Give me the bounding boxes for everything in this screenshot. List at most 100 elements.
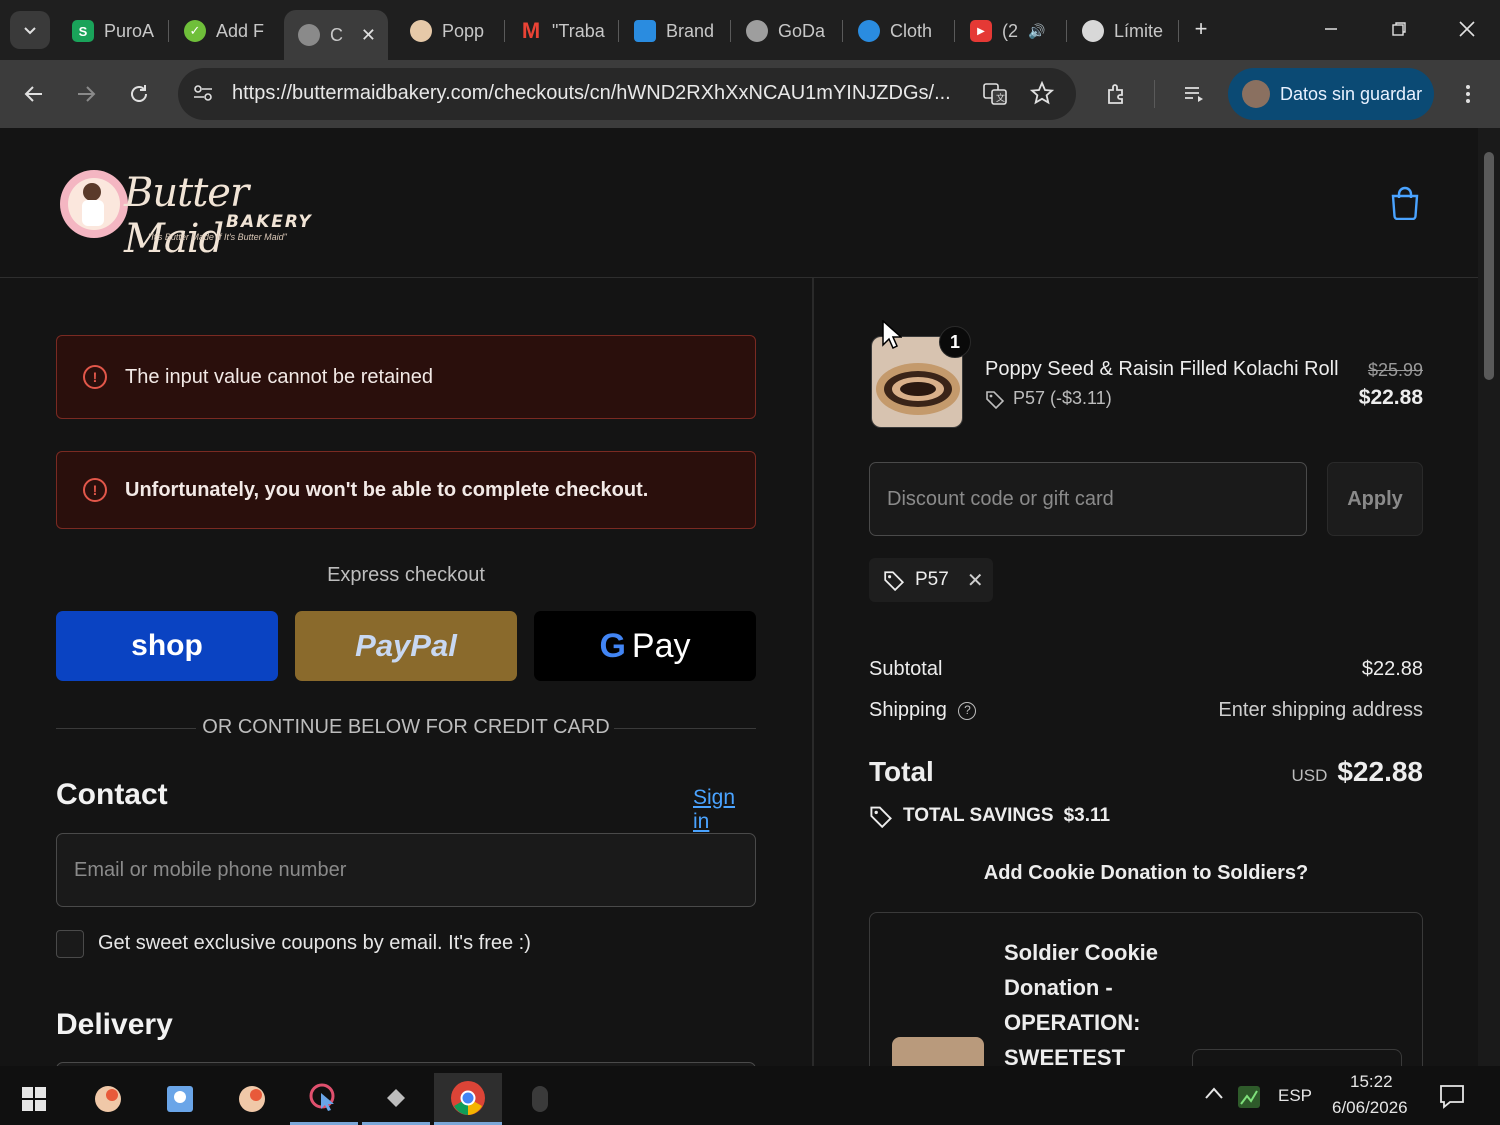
savings-label: TOTAL SAVINGS: [903, 805, 1054, 826]
clock-time[interactable]: 15:22: [1350, 1072, 1393, 1092]
logo-tagline: "It's Butter Made If It's Butter Maid": [148, 232, 287, 242]
applied-code-chip: P57 ✕: [869, 558, 993, 602]
baker-logo-icon: [60, 170, 128, 238]
close-window-icon[interactable]: [1452, 14, 1482, 44]
email-placeholder: Email or mobile phone number: [74, 858, 347, 881]
back-arrow-icon[interactable]: [16, 76, 52, 112]
tab-goda[interactable]: GoDa: [732, 10, 840, 52]
product-discount: P57 (-$3.11): [985, 388, 1112, 409]
page-scrollbar[interactable]: [1478, 128, 1500, 1066]
tab-separator: [954, 20, 955, 42]
app-icon[interactable]: [506, 1073, 574, 1125]
or-text: OR CONTINUE BELOW FOR CREDIT CARD: [202, 716, 610, 738]
tab-separator: [504, 20, 505, 42]
tab-puroa[interactable]: S PuroA: [58, 10, 166, 52]
error-message: The input value cannot be retained: [125, 365, 433, 388]
tab-brand[interactable]: Brand: [620, 10, 728, 52]
app-icon[interactable]: [362, 1073, 430, 1125]
language-indicator[interactable]: ESP: [1278, 1086, 1312, 1106]
remove-code-close-icon[interactable]: ✕: [967, 568, 984, 593]
app-icon[interactable]: [146, 1073, 214, 1125]
site-header: Butter Maid BAKERY "It's Butter Made If …: [0, 128, 1478, 278]
shopping-bag-icon[interactable]: [1390, 186, 1420, 225]
tab-limite[interactable]: Límite: [1068, 10, 1176, 52]
network-app-icon[interactable]: [1236, 1084, 1262, 1115]
chrome-icon[interactable]: [434, 1073, 502, 1125]
brand-logo[interactable]: Butter Maid BAKERY "It's Butter Made If …: [58, 162, 320, 262]
bookmark-star-icon[interactable]: [1029, 80, 1055, 110]
tab-gmail[interactable]: M "Traba: [506, 10, 614, 52]
discount-placeholder: Discount code or gift card: [887, 487, 1114, 510]
applied-code-label: P57: [915, 569, 949, 590]
tab-label: Popp: [442, 20, 485, 41]
profile-button[interactable]: Datos sin guardar: [1228, 68, 1434, 120]
donation-select[interactable]: [1192, 1049, 1402, 1066]
discount-code-input[interactable]: Discount code or gift card: [869, 462, 1307, 536]
more-menu-icon[interactable]: [1450, 76, 1486, 112]
original-price: $25.99: [1367, 360, 1423, 380]
openai-icon: [1082, 20, 1104, 42]
address-bar[interactable]: https://buttermaidbakery.com/checkouts/c…: [178, 68, 1076, 120]
gmail-icon: M: [521, 18, 541, 43]
tab-label: "Traba: [552, 20, 605, 41]
svg-text:文: 文: [996, 92, 1005, 104]
tab-search-button[interactable]: [10, 11, 50, 49]
error-banner: ! The input value cannot be retained: [56, 335, 756, 419]
subtotal-row: Subtotal $22.88: [869, 658, 1423, 681]
tag-icon: [870, 806, 892, 828]
translate-icon[interactable]: 文: [982, 81, 1008, 112]
paypal-button[interactable]: PayPal: [295, 611, 517, 681]
app-icon[interactable]: [218, 1073, 286, 1125]
media-queue-icon[interactable]: [1176, 76, 1212, 112]
newsletter-label: Get sweet exclusive coupons by email. It…: [98, 932, 531, 954]
error-message: Unfortunately, you won't be able to comp…: [125, 478, 649, 501]
notifications-icon[interactable]: [1438, 1082, 1466, 1115]
reload-icon[interactable]: [121, 76, 157, 112]
tab-close-icon[interactable]: ✕: [361, 25, 376, 46]
email-field[interactable]: Email or mobile phone number: [56, 833, 756, 907]
tab-favicon-icon: [746, 20, 768, 42]
product-name: Poppy Seed & Raisin Filled Kolachi Roll: [985, 358, 1339, 380]
apply-button[interactable]: Apply: [1327, 462, 1423, 536]
delivery-heading: Delivery: [56, 1008, 173, 1041]
help-circle-icon[interactable]: ?: [958, 701, 977, 720]
extensions-icon[interactable]: [1098, 76, 1134, 112]
google-pay-button[interactable]: G Pay: [534, 611, 756, 681]
youtube-icon: ▶: [970, 20, 992, 42]
tab-poppy[interactable]: Popp: [396, 10, 500, 52]
chevron-up-icon[interactable]: [1204, 1086, 1224, 1105]
tab-separator: [1178, 20, 1179, 42]
donation-card: Soldier Cookie Donation - OPERATION: SWE…: [869, 912, 1423, 1066]
site-settings-icon[interactable]: [192, 82, 214, 109]
toolbar-divider: [1154, 80, 1155, 108]
shipping-label: Shipping: [869, 699, 947, 721]
shipping-value: Enter shipping address: [1218, 699, 1423, 721]
sign-in-link[interactable]: Sign in: [693, 786, 756, 834]
new-tab-plus-icon[interactable]: +: [1186, 14, 1216, 44]
scrollbar-thumb[interactable]: [1484, 152, 1494, 380]
app-icon[interactable]: [74, 1073, 142, 1125]
tab-favicon-icon: ✓: [184, 20, 206, 42]
browser-tab-bar: S PuroA ✓ Add F C ✕ Popp M "Traba Brand …: [0, 0, 1500, 60]
tab-cloth[interactable]: Cloth: [844, 10, 952, 52]
tab-separator: [168, 20, 169, 42]
total-row: Total USD $22.88: [869, 756, 1423, 788]
restore-icon[interactable]: [1384, 14, 1414, 44]
paypal-label: PayPal: [355, 628, 457, 663]
tab-youtube[interactable]: ▶ (2 🔊: [956, 10, 1064, 52]
savings-value: $3.11: [1063, 805, 1111, 826]
forward-arrow-icon[interactable]: [68, 76, 104, 112]
tab-checkout-active[interactable]: C ✕: [284, 10, 388, 60]
shipping-row: Shipping ? Enter shipping address: [869, 699, 1423, 722]
alert-icon: !: [83, 365, 107, 389]
minimize-icon[interactable]: [1316, 14, 1346, 44]
product-discount-text: P57 (-$3.11): [1013, 388, 1112, 408]
newsletter-checkbox[interactable]: [56, 930, 84, 958]
donation-product-name: Soldier Cookie Donation - OPERATION: SWE…: [1004, 940, 1159, 1066]
shop-pay-button[interactable]: shop: [56, 611, 278, 681]
tab-add[interactable]: ✓ Add F: [170, 10, 278, 52]
start-windows-icon[interactable]: [0, 1073, 68, 1125]
total-value: $22.88: [1337, 756, 1423, 787]
clock-date[interactable]: 6/06/2026: [1332, 1098, 1408, 1118]
cursor-app-icon[interactable]: [290, 1073, 358, 1125]
